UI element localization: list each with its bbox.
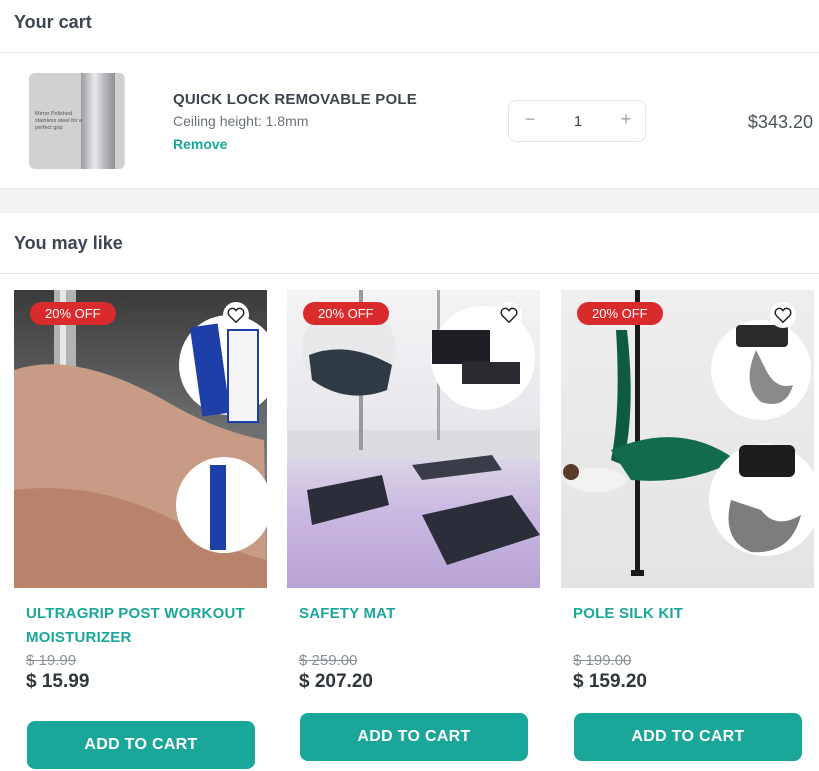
heart-icon [500,307,518,323]
product-name[interactable]: ULTRAGRIP POST WORKOUT MOISTURIZER [26,602,256,650]
product-old-price: $ 19.99 [26,652,77,669]
pole-graphic [121,73,125,169]
cart-item-variant: Ceiling height: 1.8mm [173,113,309,129]
product-name[interactable]: SAFETY MAT [299,602,529,626]
heart-icon [774,307,792,323]
discount-badge: 20% OFF [30,302,116,325]
cart-divider [0,52,819,53]
add-to-cart-button[interactable]: ADD TO CART [300,713,528,761]
cart-section: Your cart Mirror Polished stainless stee… [0,0,819,188]
product-old-price: $ 199.00 [573,652,632,669]
product-image[interactable]: 20% OFF [287,290,540,588]
product-name[interactable]: POLE SILK KIT [573,602,803,626]
product-card: 20% OFF POLE SILK KIT $ 199.00 $ 159.20 … [561,290,814,761]
product-price: $ 207.20 [299,671,373,692]
add-to-cart-button[interactable]: ADD TO CART [27,721,255,769]
product-illustration [287,290,540,565]
product-image[interactable]: 20% OFF [14,290,267,588]
wishlist-button[interactable] [770,302,796,328]
cart-item-name[interactable]: QUICK LOCK REMOVABLE POLE [173,91,417,108]
add-to-cart-button[interactable]: ADD TO CART [574,713,802,761]
wishlist-button[interactable] [496,302,522,328]
product-old-price: $ 259.00 [299,652,358,669]
product-price: $ 159.20 [573,671,647,692]
discount-badge: 20% OFF [303,302,389,325]
plus-icon[interactable]: + [619,109,633,130]
product-card: 20% OFF SAFETY MAT $ 259.00 $ 207.20 ADD… [287,290,540,761]
quantity-value[interactable]: 1 [569,113,587,130]
product-illustration [14,290,267,588]
recommendations-divider [0,273,819,274]
cart-item-image-caption: Mirror Polished stainless steel for a pe… [35,111,83,131]
cart-item-price: $343.20 [747,112,813,132]
heart-icon [227,307,245,323]
product-illustration [563,290,814,576]
minus-icon[interactable]: − [523,109,537,130]
quantity-stepper: − 1 + [508,100,646,142]
remove-button[interactable]: Remove [173,136,227,152]
cart-title: Your cart [14,12,92,32]
wishlist-button[interactable] [223,302,249,328]
discount-badge: 20% OFF [577,302,663,325]
recommendations-title: You may like [14,233,123,253]
cart-item-image[interactable]: Mirror Polished stainless steel for a pe… [29,73,125,169]
product-card: 20% OFF ULTRAGRIP POST WORKOUT MOISTURIZ… [14,290,267,769]
product-image[interactable]: 20% OFF [561,290,814,588]
product-price: $ 15.99 [26,671,90,692]
